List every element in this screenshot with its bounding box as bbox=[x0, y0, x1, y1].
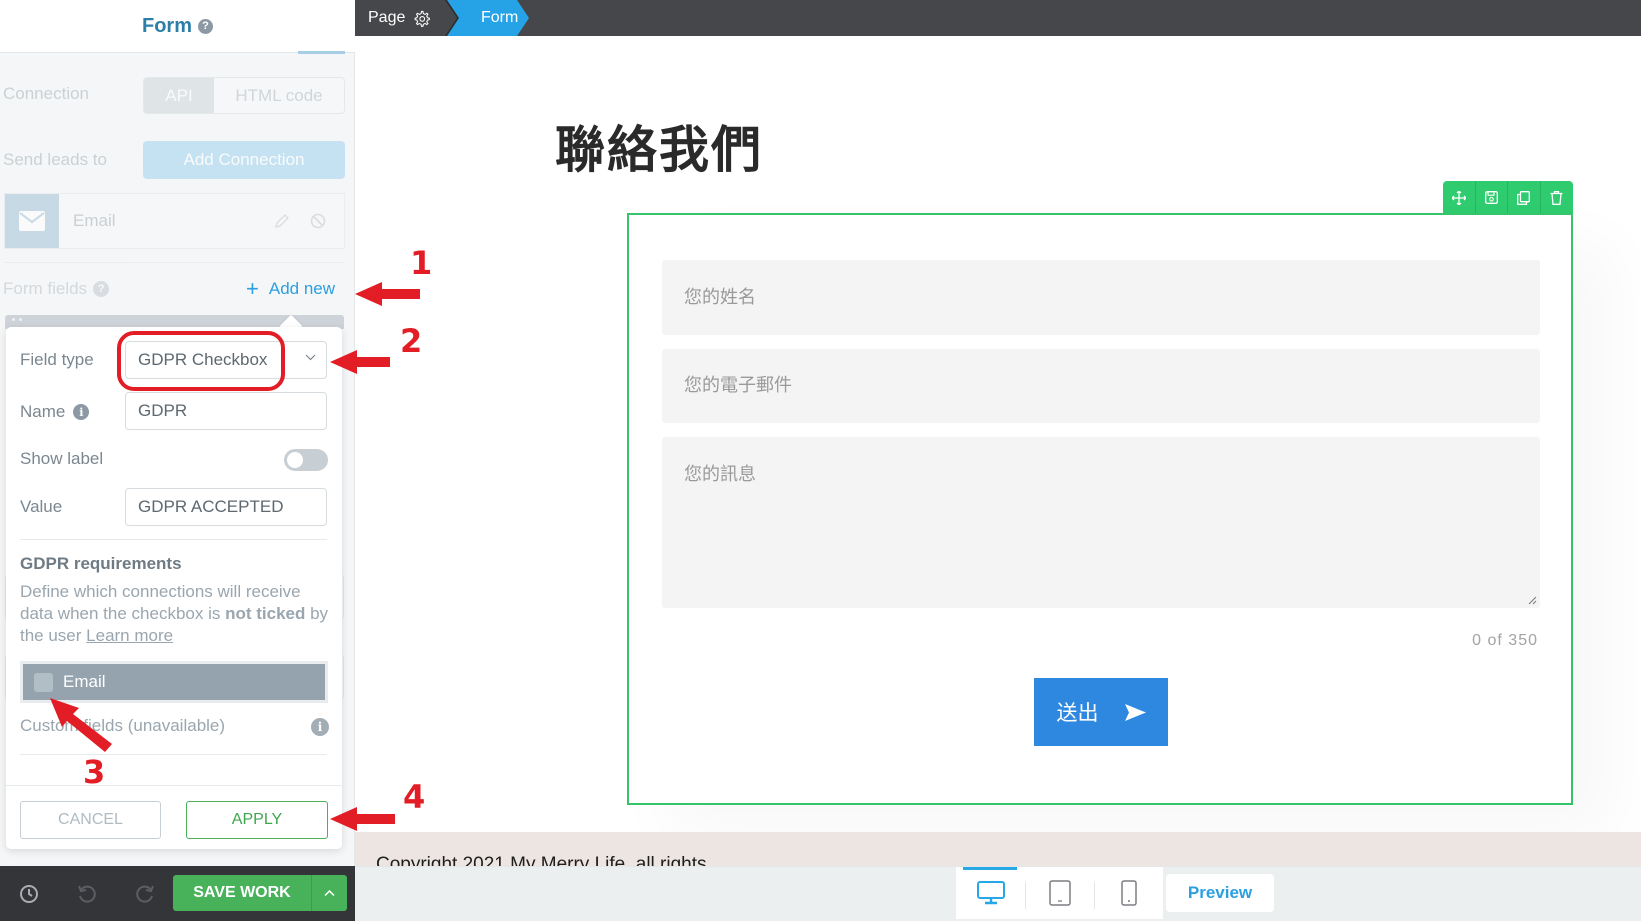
character-counter: 0 of 350 bbox=[1472, 632, 1538, 649]
breadcrumb-page[interactable]: Page bbox=[368, 0, 431, 36]
help-icon[interactable]: ? bbox=[93, 281, 110, 297]
redo-icon[interactable] bbox=[132, 881, 158, 907]
desktop-view-button[interactable] bbox=[956, 867, 1025, 919]
value-label: Value bbox=[20, 497, 63, 516]
email-field[interactable]: 您的電子郵件 bbox=[662, 349, 1540, 423]
sidebar-header: Form ? bbox=[0, 0, 355, 53]
add-new-label: Add new bbox=[268, 279, 336, 298]
show-label-toggle[interactable] bbox=[284, 449, 328, 471]
tablet-view-button[interactable] bbox=[1025, 867, 1094, 919]
pencil-icon[interactable] bbox=[272, 211, 292, 231]
page-canvas: 聯絡我們 您的姓名 您的電子郵件 您的訊息 0 of 350 送出 Copyri… bbox=[355, 36, 1641, 866]
cancel-button[interactable]: CANCEL bbox=[20, 801, 161, 839]
name-field[interactable]: 您的姓名 bbox=[662, 260, 1540, 335]
field-editor-popup: Field type GDPR Checkbox Name i GDPR Sho… bbox=[6, 327, 342, 849]
preview-button[interactable]: Preview bbox=[1166, 874, 1274, 912]
history-icon[interactable] bbox=[16, 881, 42, 907]
apply-button[interactable]: APPLY bbox=[186, 801, 328, 839]
page-heading[interactable]: 聯絡我們 bbox=[555, 110, 763, 182]
device-bar: Preview bbox=[355, 866, 1641, 921]
popup-footer: CANCEL APPLY bbox=[6, 785, 342, 849]
mobile-icon bbox=[1120, 880, 1137, 906]
save-icon[interactable] bbox=[1476, 181, 1508, 214]
contact-form[interactable]: 您的姓名 您的電子郵件 您的訊息 0 of 350 送出 bbox=[627, 213, 1573, 805]
name-input[interactable]: GDPR bbox=[125, 392, 327, 430]
sidebar-bottom-bar: SAVE WORK bbox=[0, 866, 355, 921]
tablet-icon bbox=[1048, 880, 1071, 906]
chevron-up-icon[interactable] bbox=[312, 875, 347, 911]
toggle-knob bbox=[287, 452, 303, 468]
name-label: Name i bbox=[20, 402, 90, 422]
envelope-icon bbox=[5, 194, 59, 248]
gear-icon[interactable] bbox=[413, 10, 431, 27]
value-input[interactable]: GDPR ACCEPTED bbox=[125, 488, 327, 526]
show-label-label: Show label bbox=[20, 449, 104, 468]
custom-fields-label: Custom fields (unavailable) bbox=[20, 716, 226, 735]
submit-label: 送出 bbox=[1056, 701, 1099, 725]
info-icon[interactable]: i bbox=[73, 404, 90, 420]
annotation-highlight-circle bbox=[117, 331, 285, 391]
message-placeholder: 您的訊息 bbox=[684, 464, 756, 485]
element-toolbar bbox=[1443, 181, 1573, 214]
connection-label: Connection bbox=[3, 84, 90, 103]
plus-icon: + bbox=[246, 276, 259, 301]
trash-icon[interactable] bbox=[1541, 181, 1573, 214]
block-icon[interactable] bbox=[308, 211, 328, 231]
submit-button[interactable]: 送出 bbox=[1034, 678, 1168, 746]
copy-icon[interactable] bbox=[1508, 181, 1541, 214]
gdpr-description: Define which connections will receive da… bbox=[20, 581, 330, 647]
save-work-button[interactable]: SAVE WORK bbox=[173, 875, 347, 911]
form-fields-label: Form fields ? bbox=[3, 279, 110, 299]
popup-divider bbox=[20, 539, 327, 540]
gdpr-desc-bold: not ticked bbox=[225, 604, 306, 623]
connection-name: Email bbox=[73, 211, 116, 230]
connection-card-email[interactable]: Email bbox=[4, 193, 345, 249]
message-field[interactable]: 您的訊息 bbox=[662, 437, 1540, 608]
connection-toggle[interactable]: API HTML code bbox=[143, 77, 345, 114]
desktop-icon bbox=[976, 881, 1005, 905]
tab-indicator bbox=[298, 51, 345, 54]
editor-root: Form ? Connection API HTML code Send lea… bbox=[0, 0, 1641, 921]
send-leads-label: Send leads to bbox=[3, 150, 107, 169]
option-label: Email bbox=[63, 672, 106, 691]
move-icon[interactable] bbox=[1443, 181, 1476, 214]
value-value: GDPR ACCEPTED bbox=[138, 497, 284, 516]
save-work-label: SAVE WORK bbox=[173, 875, 312, 911]
annotation-number-1: 1 bbox=[410, 244, 433, 282]
field-type-label: Field type bbox=[20, 350, 94, 369]
sidebar-title: Form bbox=[142, 14, 192, 37]
name-label-text: Name bbox=[20, 402, 66, 421]
connection-option-html[interactable]: HTML code bbox=[214, 78, 344, 113]
add-connection-button[interactable]: Add Connection bbox=[143, 141, 345, 179]
connection-option-api[interactable]: API bbox=[144, 78, 214, 113]
learn-more-link[interactable]: Learn more bbox=[86, 626, 173, 645]
annotation-number-3: 3 bbox=[83, 753, 106, 791]
help-icon[interactable]: ? bbox=[198, 18, 213, 34]
annotation-number-4: 4 bbox=[403, 778, 426, 816]
checkbox[interactable] bbox=[34, 672, 53, 692]
mobile-view-button[interactable] bbox=[1094, 867, 1163, 919]
undo-icon[interactable] bbox=[74, 881, 100, 907]
add-new-field-button[interactable]: + Add new bbox=[246, 278, 335, 300]
form-fields-text: Form fields bbox=[3, 279, 88, 298]
gdpr-connection-option-email[interactable]: Email bbox=[20, 661, 328, 703]
popup-divider bbox=[20, 754, 327, 755]
info-icon[interactable]: i bbox=[311, 718, 329, 736]
resize-handle-icon[interactable] bbox=[1527, 595, 1537, 605]
breadcrumb-form[interactable]: Form bbox=[481, 0, 518, 36]
breadcrumb-page-label: Page bbox=[368, 9, 406, 26]
gdpr-requirements-title: GDPR requirements bbox=[20, 554, 182, 573]
chevron-down-icon bbox=[305, 352, 316, 366]
footer-copyright[interactable]: Copyright 2021 My Merry Life. all rights bbox=[376, 854, 707, 866]
send-icon bbox=[1124, 703, 1146, 721]
breadcrumb: Page Form bbox=[355, 0, 1641, 36]
name-value: GDPR bbox=[138, 401, 188, 420]
sidebar: Form ? Connection API HTML code Send lea… bbox=[0, 0, 355, 921]
annotation-number-2: 2 bbox=[400, 322, 423, 360]
option-row: Email bbox=[23, 664, 325, 700]
sidebar-divider bbox=[4, 262, 345, 263]
device-switcher bbox=[956, 867, 1163, 919]
